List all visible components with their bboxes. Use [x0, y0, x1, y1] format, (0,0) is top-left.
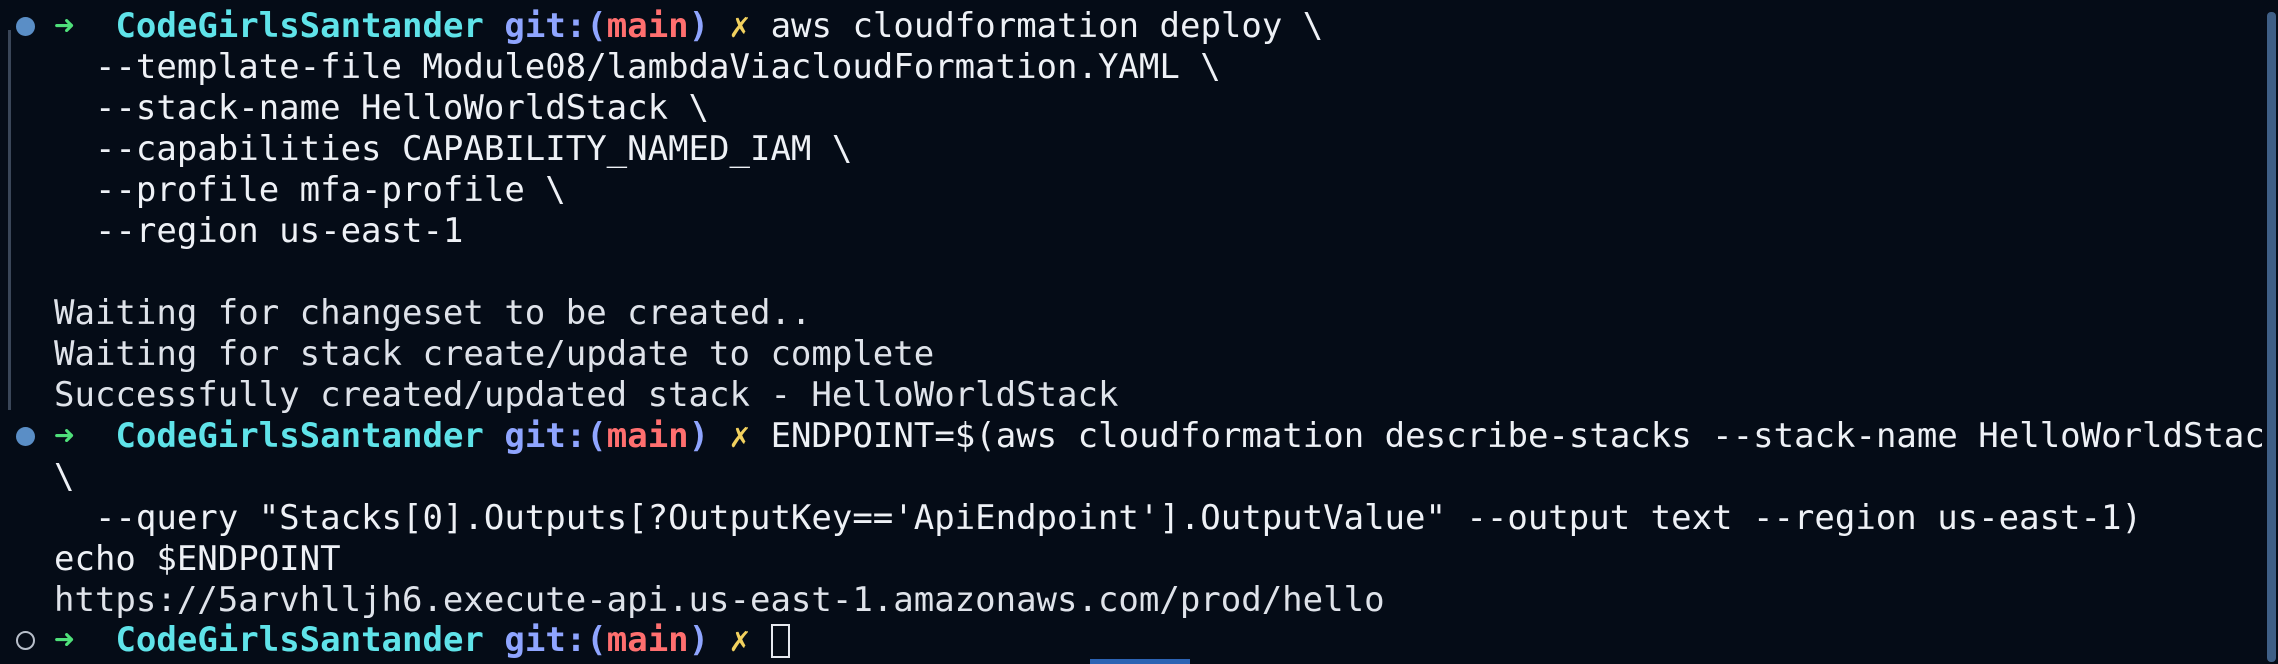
prompt-git-prefix: git:(: [504, 620, 607, 660]
command-continuation[interactable]: --profile mfa-profile \: [54, 170, 566, 211]
command-continuation[interactable]: --stack-name HelloWorldStack \: [54, 88, 709, 129]
prompt-git-suffix: ): [688, 620, 710, 660]
output-line: https://5arvhlljh6.execute-api.us-east-1…: [54, 580, 1385, 620]
command-continuation[interactable]: echo $ENDPOINT: [54, 539, 341, 580]
prompt-arrow-icon: ➜: [54, 6, 75, 46]
command-block-gutter: [8, 30, 11, 410]
status-indicator-strip: [1090, 659, 1190, 664]
prompt-line: ➜ CodeGirlsSantander git:(main) ✗ ENDPOI…: [54, 416, 2278, 457]
command-status-marker[interactable]: [16, 17, 35, 36]
prompt-arrow-icon: ➜: [54, 416, 75, 456]
command-status-marker[interactable]: [16, 631, 35, 650]
prompt-directory: CodeGirlsSantander: [115, 620, 484, 660]
prompt-line: ➜ CodeGirlsSantander git:(main) ✗ aws cl…: [54, 6, 1323, 47]
command-text[interactable]: ENDPOINT=$(aws cloudformation describe-s…: [771, 416, 2278, 456]
prompt-branch: main: [606, 6, 689, 46]
command-continuation[interactable]: --template-file Module08/lambdaViacloudF…: [54, 47, 1221, 88]
command-continuation[interactable]: --region us-east-1: [54, 211, 463, 252]
prompt-git-prefix: git:(: [504, 416, 607, 456]
command-continuation[interactable]: \: [54, 457, 74, 498]
output-line: Waiting for stack create/update to compl…: [54, 334, 935, 374]
prompt-branch: main: [606, 416, 689, 456]
prompt-directory: CodeGirlsSantander: [115, 416, 484, 456]
prompt-dirty-icon: ✗: [729, 620, 751, 660]
prompt-git-suffix: ): [688, 416, 710, 456]
command-continuation[interactable]: --capabilities CAPABILITY_NAMED_IAM \: [54, 129, 852, 170]
command-text[interactable]: aws cloudformation deploy \: [771, 6, 1324, 46]
scrollbar-thumb[interactable]: [2267, 12, 2276, 662]
prompt-line-current[interactable]: ➜ CodeGirlsSantander git:(main) ✗: [54, 620, 790, 661]
prompt-arrow-icon: ➜: [54, 620, 75, 660]
terminal-window[interactable]: ➜ CodeGirlsSantander git:(main) ✗ aws cl…: [0, 0, 2278, 664]
command-status-marker[interactable]: [16, 427, 35, 446]
prompt-dirty-icon: ✗: [729, 6, 751, 46]
prompt-branch: main: [606, 620, 689, 660]
output-line: Waiting for changeset to be created..: [54, 293, 812, 333]
prompt-dirty-icon: ✗: [729, 416, 751, 456]
scrollbar[interactable]: [2264, 0, 2278, 664]
output-line: Successfully created/updated stack - Hel…: [54, 375, 1119, 415]
prompt-git-prefix: git:(: [504, 6, 607, 46]
prompt-git-suffix: ): [688, 6, 710, 46]
prompt-directory: CodeGirlsSantander: [115, 6, 484, 46]
text-cursor[interactable]: [770, 624, 790, 658]
command-continuation[interactable]: --query "Stacks[0].Outputs[?OutputKey=='…: [54, 498, 2142, 539]
